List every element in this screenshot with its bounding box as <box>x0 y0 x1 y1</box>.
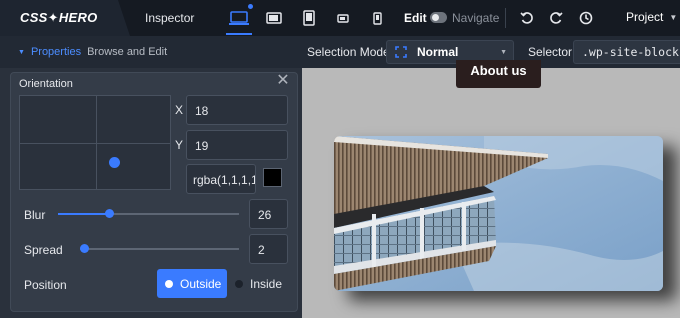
blur-slider-thumb[interactable] <box>105 209 114 218</box>
orientation-title: Orientation <box>19 78 73 90</box>
chevron-down-icon: ▼ <box>500 49 507 56</box>
phone-portrait-button[interactable] <box>364 6 390 30</box>
radio-selected-icon <box>165 279 173 288</box>
caret-down-icon: ▼ <box>18 48 25 56</box>
shadow-color-input[interactable]: rgba(1,1,1,1) <box>186 164 256 194</box>
blur-value-input[interactable]: 26 <box>249 199 288 229</box>
edit-navigate-toggle[interactable] <box>430 12 447 23</box>
y-offset-input[interactable]: 19 <box>186 130 288 160</box>
undo-icon <box>520 12 533 24</box>
about-us-button[interactable]: About us <box>456 60 541 88</box>
close-icon[interactable]: ✕ <box>276 73 290 89</box>
selection-frame-icon <box>395 46 407 58</box>
spread-value-input[interactable]: 2 <box>249 234 288 264</box>
edit-mode-label: Edit <box>404 11 427 25</box>
spread-slider-thumb[interactable] <box>80 244 89 253</box>
properties-label: Properties <box>30 46 82 58</box>
project-menu-button[interactable]: Project ▼ <box>626 10 677 24</box>
x-offset-input[interactable]: 18 <box>186 95 288 125</box>
blur-label: Blur <box>24 208 46 222</box>
inspector-subbar: ▼ Properties Browse and Edit Selection M… <box>0 36 680 68</box>
y-label: Y <box>175 138 184 152</box>
app-logo: CSS✦HERO <box>20 10 98 25</box>
tablet-landscape-icon <box>266 12 282 24</box>
top-toolbar: CSS✦HERO Inspector Edit Navigate Project… <box>0 0 680 36</box>
radio-unselected-icon <box>235 280 243 288</box>
selection-mode-value: Normal <box>417 45 459 59</box>
color-swatch[interactable] <box>263 168 282 187</box>
selection-mode-label: Selection Mode <box>307 45 390 59</box>
properties-toggle[interactable]: ▼ Properties Browse and Edit <box>18 46 167 58</box>
position-outside-option[interactable]: Outside <box>157 269 227 298</box>
history-button[interactable] <box>573 6 599 30</box>
undo-button[interactable] <box>514 6 540 30</box>
browse-edit-label: Browse and Edit <box>87 46 168 58</box>
toggle-knob <box>432 14 439 21</box>
phone-landscape-button[interactable] <box>330 6 356 30</box>
project-label: Project <box>626 10 664 24</box>
inside-label: Inside <box>250 277 283 291</box>
redo-button[interactable] <box>543 6 569 30</box>
active-device-indicator <box>226 33 252 35</box>
orientation-pad[interactable] <box>19 95 171 190</box>
tablet-landscape-button[interactable] <box>261 6 287 30</box>
outside-label: Outside <box>180 276 222 291</box>
tablet-portrait-button[interactable] <box>296 6 322 30</box>
spread-slider-track[interactable] <box>80 248 239 250</box>
panel-title: Inspector <box>145 11 195 25</box>
history-icon <box>579 11 593 25</box>
orientation-handle[interactable] <box>109 157 120 168</box>
chevron-down-icon: ▼ <box>669 12 678 22</box>
selector-label: Selector <box>528 45 573 59</box>
building-image <box>334 136 663 291</box>
spread-label: Spread <box>24 243 63 257</box>
notification-dot <box>248 4 253 9</box>
redo-icon <box>550 12 563 24</box>
desktop-icon <box>229 11 249 25</box>
selector-input[interactable]: .wp-site-blocks <box>573 40 680 64</box>
phone-landscape-icon <box>337 13 349 23</box>
phone-portrait-icon <box>372 11 382 25</box>
toolbar-divider <box>505 8 506 28</box>
x-label: X <box>175 103 184 117</box>
building-photo[interactable] <box>334 136 663 291</box>
navigate-mode-label: Navigate <box>452 11 500 25</box>
tablet-portrait-icon <box>303 10 315 26</box>
position-inside-option[interactable]: Inside <box>235 277 282 291</box>
position-label: Position <box>24 278 67 292</box>
pad-horizontal-axis <box>20 143 170 144</box>
blur-slider-fill <box>58 213 109 215</box>
desktop-view-button[interactable] <box>226 6 252 30</box>
